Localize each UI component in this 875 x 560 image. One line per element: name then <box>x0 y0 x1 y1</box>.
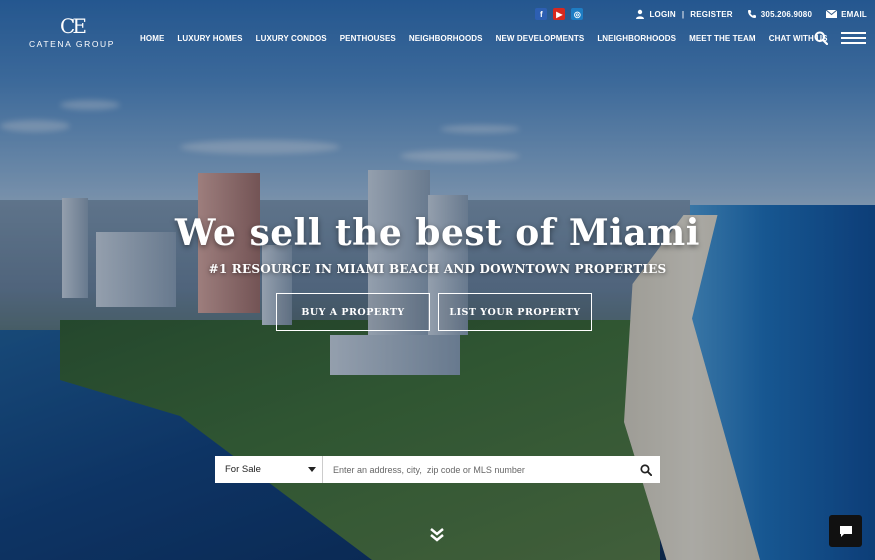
email-link[interactable]: EMAIL <box>826 9 867 19</box>
nav-item-luxury-homes[interactable]: LUXURY HOMES <box>177 34 242 43</box>
hero-subtitle: #1 RESOURCE IN MIAMI BEACH AND DOWNTOWN … <box>208 262 667 276</box>
youtube-icon[interactable]: ▶ <box>553 8 566 20</box>
mail-icon <box>826 9 838 18</box>
logo-text: CATENA GROUP <box>28 39 116 49</box>
separator: | <box>681 9 685 19</box>
facebook-icon[interactable]: f <box>535 8 548 20</box>
nav-item-neighborhoods[interactable]: NEIGHBORHOODS <box>409 34 483 43</box>
login-link[interactable]: LOGIN <box>649 10 675 19</box>
search-input[interactable] <box>323 456 632 483</box>
property-search: For Sale <box>215 456 660 483</box>
chat-bubble-icon <box>839 525 852 537</box>
email-label: EMAIL <box>841 9 867 19</box>
brand-logo[interactable]: CE CATENA GROUP <box>24 16 120 49</box>
chat-icon[interactable] <box>829 515 862 547</box>
buy-property-button[interactable]: BUY A PROPERTY <box>276 293 430 331</box>
nav-item-penthouses[interactable]: PENTHOUSES <box>340 34 396 43</box>
register-link[interactable]: REGISTER <box>690 10 733 19</box>
instagram-icon[interactable]: ◎ <box>571 8 584 20</box>
menu-icon[interactable] <box>841 32 866 44</box>
nav-item-home[interactable]: HOME <box>140 34 164 43</box>
list-property-button[interactable]: LIST YOUR PROPERTY <box>438 293 592 331</box>
phone-link[interactable]: 305.206.9080 <box>747 9 812 19</box>
utility-bar: f ▶ ◎ LOGIN | REGISTER 305.206.9080 EMAI… <box>535 8 867 20</box>
search-submit-icon <box>640 463 652 476</box>
caret-down-icon <box>308 467 316 472</box>
search-icon[interactable] <box>814 31 828 45</box>
nav-item-new-developments[interactable]: NEW DEVELOPMENTS <box>496 34 585 43</box>
listing-type-select[interactable]: For Sale <box>215 456 323 483</box>
nav-item-lneighborhoods[interactable]: LNEIGHBORHOODS <box>597 34 676 43</box>
chevron-double-down-icon[interactable] <box>429 527 445 543</box>
logo-mark: CE <box>60 14 87 38</box>
nav-item-meet-the-team[interactable]: MEET THE TEAM <box>689 34 756 43</box>
main-nav: HOME LUXURY HOMES LUXURY CONDOS PENTHOUS… <box>140 34 828 43</box>
user-icon <box>636 9 645 19</box>
listing-type-value: For Sale <box>225 464 261 475</box>
phone-icon <box>747 10 756 18</box>
account-links: LOGIN | REGISTER <box>635 9 733 19</box>
nav-item-luxury-condos[interactable]: LUXURY CONDOS <box>256 34 327 43</box>
hero-title: We sell the best of Miami <box>175 212 700 254</box>
search-submit-button[interactable] <box>632 456 660 483</box>
phone-number: 305.206.9080 <box>760 9 813 19</box>
social-links: f ▶ ◎ <box>535 8 584 20</box>
